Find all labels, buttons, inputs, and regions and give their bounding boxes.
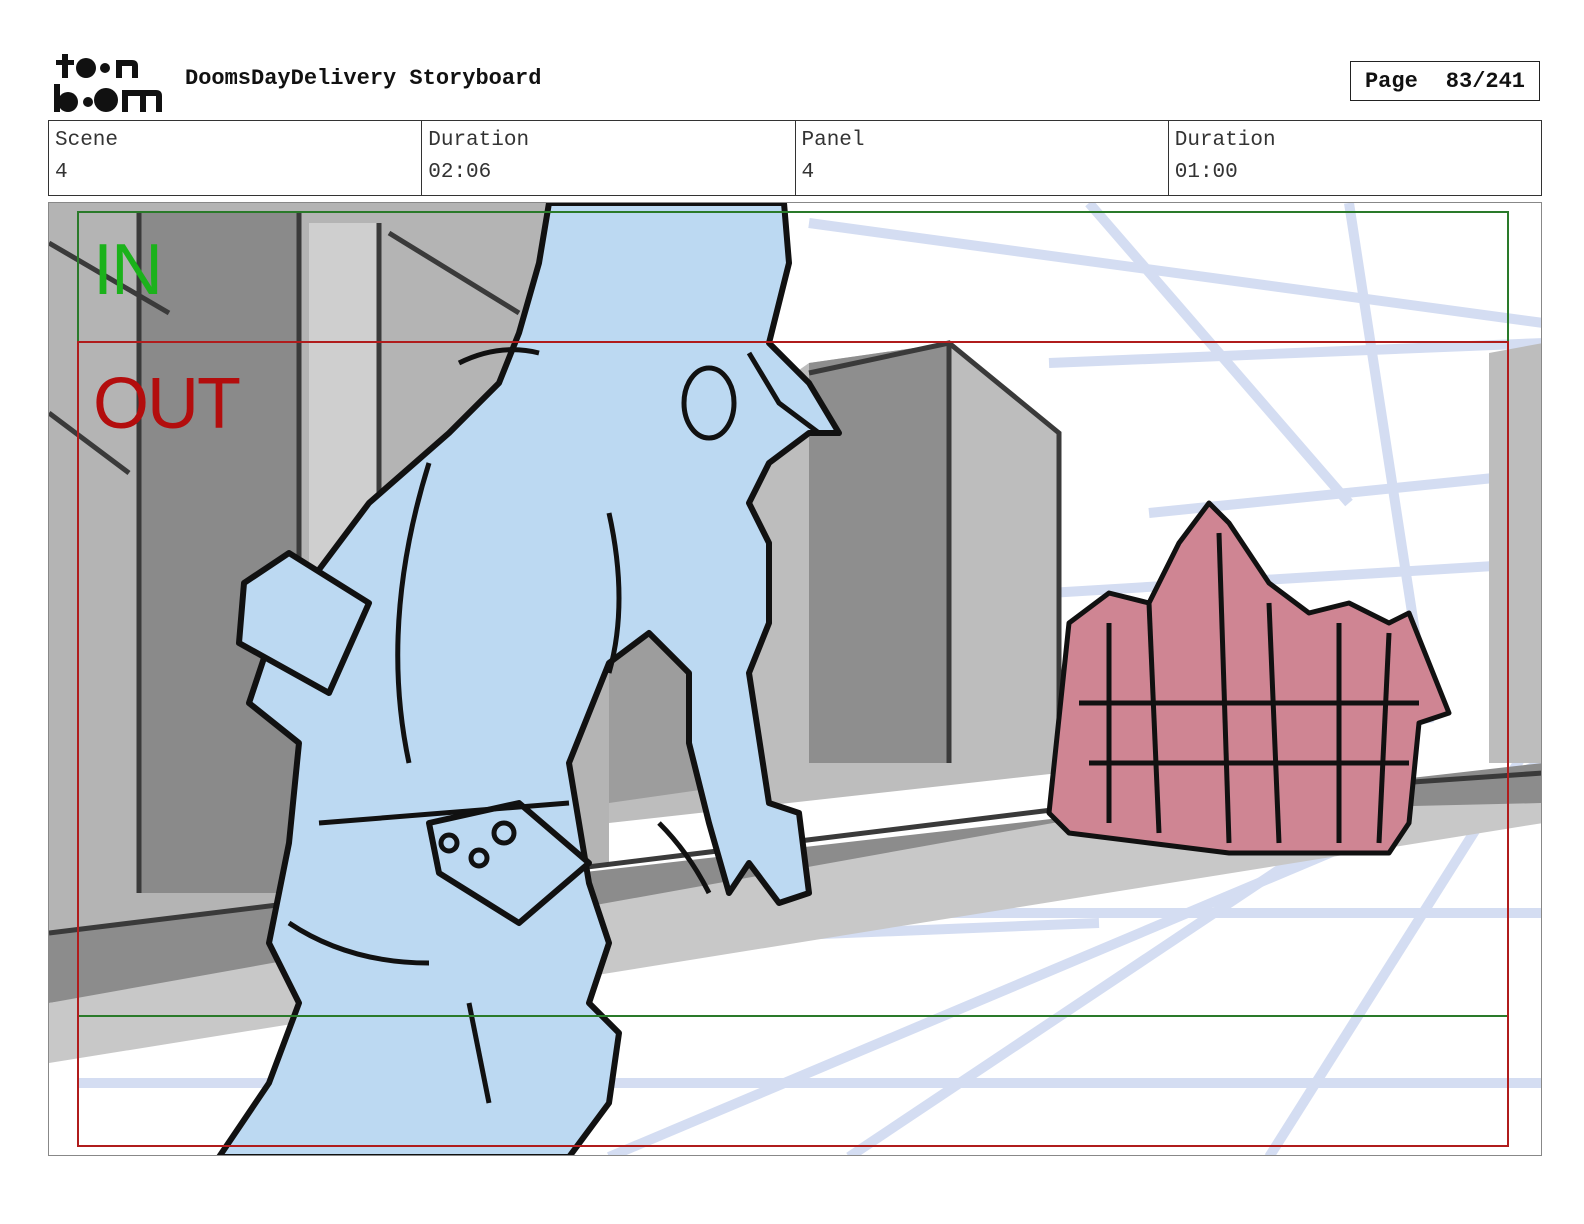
panel-label: Panel: [801, 129, 865, 152]
page-label: Page: [1364, 68, 1418, 94]
out-frame: [77, 341, 1509, 1147]
out-label: OUT: [93, 364, 241, 444]
scene-duration-label: Duration: [428, 129, 530, 152]
scene-cell: Scene 4: [49, 121, 423, 195]
document-title: DoomsDayDelivery Storyboard: [185, 66, 542, 91]
storyboard-panel: IN OUT: [48, 202, 1542, 1156]
scene-duration-cell: Duration 02:06: [422, 121, 796, 195]
scene-label: Scene: [55, 129, 119, 152]
scene-value: 4: [55, 161, 68, 184]
panel-duration-value: 01:00: [1174, 161, 1238, 184]
panel-duration-cell: Duration 01:00: [1169, 121, 1541, 195]
panel-cell: Panel 4: [796, 121, 1169, 195]
panel-duration-label: Duration: [1174, 129, 1276, 152]
in-label: IN: [93, 230, 163, 310]
page-number: 83/241: [1445, 68, 1526, 94]
scene-duration-value: 02:06: [428, 161, 492, 184]
toon-boom-logo-icon: [50, 50, 166, 114]
info-table: Scene 4 Duration 02:06 Panel 4 Duration …: [48, 120, 1542, 196]
panel-value: 4: [801, 161, 815, 184]
page-indicator: Page 83/241: [1350, 61, 1540, 101]
